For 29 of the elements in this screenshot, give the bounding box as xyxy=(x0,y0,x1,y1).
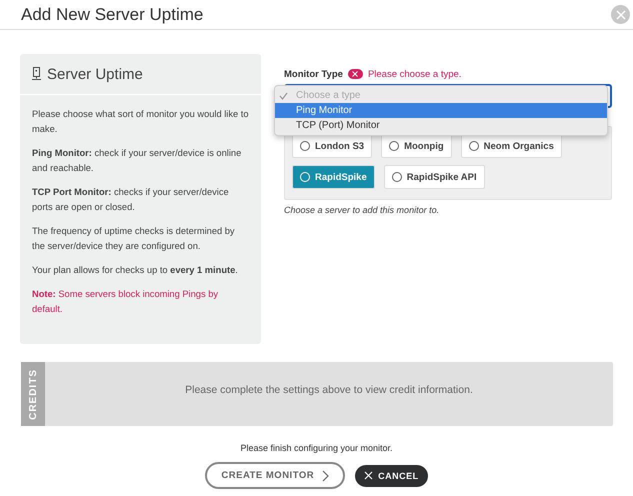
error-icon xyxy=(348,69,363,79)
info-text: Please choose what sort of monitor you would like to make. xyxy=(32,108,249,136)
help-text: Choose a server to add this monitor to. xyxy=(284,205,440,215)
cancel-button[interactable]: CANCEL xyxy=(355,464,428,486)
info-text: Your plan allows for checks up to every 1 minute. xyxy=(32,264,239,277)
server-option[interactable]: London S3 xyxy=(292,134,372,158)
info-text: Ping Monitor: check if your server/device is online and reachable. xyxy=(32,147,242,175)
close-icon xyxy=(616,10,626,20)
dropdown-option[interactable]: TCP (Port) Monitor xyxy=(275,118,607,133)
error-message: Please choose a type. xyxy=(368,68,462,80)
server-icon xyxy=(32,67,41,81)
close-icon xyxy=(364,471,374,480)
server-option[interactable]: RapidSpike xyxy=(292,165,375,189)
panel-title: Server Uptime xyxy=(47,66,143,82)
create-monitor-button[interactable]: CREATE MONITOR xyxy=(205,462,346,489)
close-button[interactable] xyxy=(611,5,630,24)
server-option[interactable]: RapidSpike API xyxy=(384,165,485,189)
dropdown-option[interactable]: Ping Monitor xyxy=(275,103,607,118)
chevron-right-icon xyxy=(322,470,330,482)
credits-message: Please complete the settings above to view credit information. xyxy=(185,384,473,398)
info-text: TCP Port Monitor: checks if your server/device ports are open or closed. xyxy=(32,186,230,214)
dialog-title: Add New Server Uptime xyxy=(21,4,204,24)
field-label: Monitor Type xyxy=(284,68,343,80)
credits-label: CREDITS xyxy=(28,368,38,420)
status-message: Please finish configuring your monitor. xyxy=(240,443,393,453)
note-text: Note: Some servers block incoming Pings by default. xyxy=(32,288,220,316)
server-option[interactable]: Neom Organics xyxy=(460,134,562,158)
server-option[interactable]: Moonpig xyxy=(381,134,452,158)
info-text: The frequency of uptime checks is determined by the server/device they are configured on. xyxy=(32,225,236,253)
